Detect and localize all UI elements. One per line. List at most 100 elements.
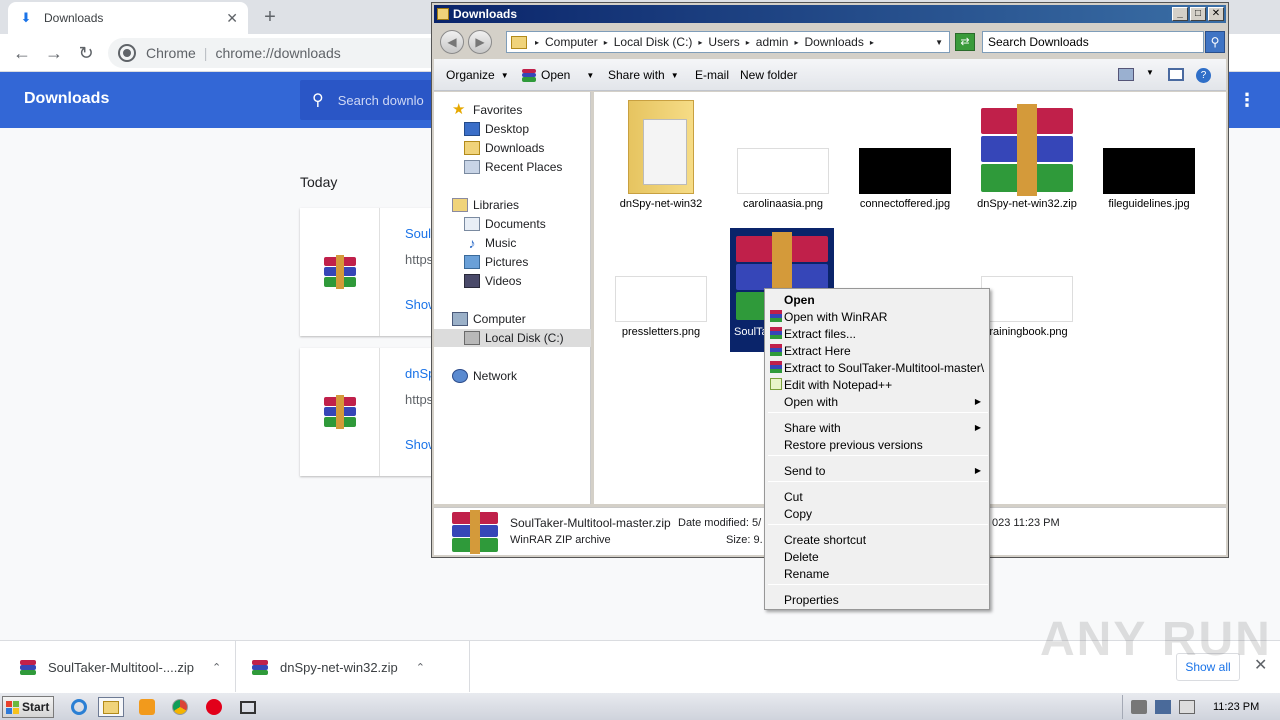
- breadcrumb-admin[interactable]: admin: [756, 35, 789, 49]
- nav-desktop[interactable]: Desktop: [464, 120, 529, 138]
- search-icon[interactable]: ⚲: [1205, 31, 1225, 53]
- breadcrumb-users[interactable]: Users: [708, 35, 739, 49]
- opera-icon[interactable]: [201, 697, 227, 717]
- volume-icon[interactable]: [1131, 700, 1147, 714]
- nav-computer[interactable]: Computer: [452, 310, 526, 328]
- explorer-forward-button[interactable]: ▶: [468, 30, 492, 54]
- winrar-icon: [770, 361, 782, 373]
- menu-item-restore-previous[interactable]: Restore previous versions: [767, 436, 987, 453]
- address-dropdown-icon[interactable]: ▼: [935, 38, 943, 47]
- new-folder-button[interactable]: New folder: [740, 68, 797, 82]
- nav-network[interactable]: Network: [452, 367, 517, 385]
- breadcrumb-separator[interactable]: ▸: [604, 38, 608, 47]
- nav-documents[interactable]: Documents: [464, 215, 546, 233]
- nav-favorites[interactable]: ★ Favorites: [452, 101, 522, 119]
- view-dropdown-icon[interactable]: ▼: [1146, 68, 1154, 77]
- email-button[interactable]: E-mail: [695, 68, 729, 82]
- nav-recent-places[interactable]: Recent Places: [464, 158, 562, 176]
- submenu-arrow-icon: ▶: [974, 423, 981, 432]
- minimize-button[interactable]: _: [1172, 7, 1188, 21]
- breadcrumb-separator[interactable]: ▸: [698, 38, 702, 47]
- breadcrumb-separator[interactable]: ▸: [794, 38, 798, 47]
- image-thumbnail-icon: [859, 148, 951, 194]
- change-view-icon[interactable]: [1118, 68, 1134, 81]
- tab-downloads[interactable]: ⬇ Downloads ✕: [8, 2, 248, 34]
- menu-item-properties[interactable]: Properties: [767, 591, 987, 608]
- close-button[interactable]: ✕: [1208, 7, 1224, 21]
- refresh-button[interactable]: ⇄: [955, 33, 975, 51]
- network-icon[interactable]: [1155, 700, 1171, 714]
- menu-item-label: Create shortcut: [784, 532, 867, 547]
- menu-item-cut[interactable]: Cut: [767, 488, 987, 505]
- download-card-filename[interactable]: Soul: [405, 226, 431, 241]
- forward-button[interactable]: →: [42, 41, 66, 65]
- menu-item-create-shortcut[interactable]: Create shortcut: [767, 531, 987, 548]
- maximize-button[interactable]: □: [1190, 7, 1206, 21]
- breadcrumb-separator[interactable]: ▸: [535, 38, 539, 47]
- open-button[interactable]: Open ▼: [522, 68, 594, 82]
- menu-item-edit-notepadpp[interactable]: Edit with Notepad++: [767, 376, 987, 393]
- explorer-back-button[interactable]: ◀: [440, 30, 464, 54]
- shelf-item-dnspy[interactable]: dnSpy-net-win32.zip ⌃: [236, 641, 470, 693]
- address-bar[interactable]: ▸ Computer ▸ Local Disk (C:) ▸ Users ▸ a…: [506, 31, 950, 53]
- taskbar-clock[interactable]: 11:23 PM: [1213, 701, 1259, 713]
- menu-item-share-with[interactable]: Share with ▶: [767, 419, 987, 436]
- file-item[interactable]: dnSpy-net-win32.zip: [972, 100, 1082, 211]
- help-icon[interactable]: ?: [1196, 68, 1211, 83]
- file-item[interactable]: carolinaasia.png: [728, 100, 838, 211]
- chrome-taskbar-icon[interactable]: [167, 697, 193, 717]
- nav-libraries[interactable]: Libraries: [452, 196, 519, 214]
- breadcrumb-downloads[interactable]: Downloads: [804, 35, 863, 49]
- menu-item-open[interactable]: Open: [767, 291, 987, 308]
- file-item[interactable]: dnSpy-net-win32: [606, 100, 716, 211]
- explorer-taskbar-icon[interactable]: [98, 697, 124, 717]
- menu-item-extract-to[interactable]: Extract to SoulTaker-Multitool-master\: [767, 359, 987, 376]
- breadcrumb-separator[interactable]: ▸: [746, 38, 750, 47]
- download-card-url[interactable]: https: [405, 252, 433, 267]
- reload-button[interactable]: ↻: [74, 41, 98, 65]
- chevron-up-icon[interactable]: ⌃: [416, 661, 425, 674]
- menu-item-open-with[interactable]: Open with ▶: [767, 393, 987, 410]
- action-center-flag-icon[interactable]: [1179, 700, 1195, 714]
- download-card-url[interactable]: https: [405, 392, 433, 407]
- breadcrumb-computer[interactable]: Computer: [545, 35, 598, 49]
- menu-item-label: Open: [784, 292, 815, 307]
- explorer-titlebar[interactable]: Downloads _ □ ✕: [434, 5, 1226, 23]
- new-tab-button[interactable]: +: [258, 4, 282, 30]
- file-item[interactable]: connectoffered.jpg: [850, 100, 960, 211]
- nav-local-disk[interactable]: Local Disk (C:): [434, 329, 591, 347]
- nav-downloads[interactable]: Downloads: [464, 139, 544, 157]
- menu-item-delete[interactable]: Delete: [767, 548, 987, 565]
- shelf-item-soultaker[interactable]: SoulTaker-Multitool-....zip ⌃: [0, 641, 236, 693]
- file-item[interactable]: pressletters.png: [606, 228, 716, 339]
- menu-item-send-to[interactable]: Send to ▶: [767, 462, 987, 479]
- menu-item-extract-files[interactable]: Extract files...: [767, 325, 987, 342]
- file-item[interactable]: fileguidelines.jpg: [1094, 100, 1204, 211]
- nav-videos[interactable]: Videos: [464, 272, 521, 290]
- anyrun-watermark: ANY RUN: [1040, 613, 1272, 666]
- start-button[interactable]: Start: [2, 696, 54, 718]
- breadcrumb-local-disk[interactable]: Local Disk (C:): [614, 35, 693, 49]
- preview-pane-icon[interactable]: [1168, 68, 1184, 81]
- menu-item-open-with-winrar[interactable]: Open with WinRAR: [767, 308, 987, 325]
- organize-button[interactable]: Organize ▼: [446, 68, 509, 82]
- back-button[interactable]: ←: [10, 41, 34, 65]
- menu-item-copy[interactable]: Copy: [767, 505, 987, 522]
- nav-label: Videos: [485, 274, 522, 288]
- show-desktop-icon[interactable]: [235, 697, 261, 717]
- share-with-button[interactable]: Share with ▼: [608, 68, 679, 82]
- file-label: connectoffered.jpg: [859, 198, 951, 210]
- menu-separator: [768, 481, 988, 482]
- breadcrumb-separator[interactable]: ▸: [870, 38, 874, 47]
- more-menu-icon[interactable]: ⋮: [1238, 90, 1256, 111]
- menu-item-rename[interactable]: Rename: [767, 565, 987, 582]
- nav-pictures[interactable]: Pictures: [464, 253, 528, 271]
- tab-close-button[interactable]: ✕: [226, 10, 238, 27]
- nav-music[interactable]: ♪ Music: [464, 234, 517, 252]
- media-player-icon[interactable]: [134, 697, 160, 717]
- chevron-up-icon[interactable]: ⌃: [212, 661, 221, 674]
- internet-explorer-icon[interactable]: [66, 697, 92, 717]
- menu-item-extract-here[interactable]: Extract Here: [767, 342, 987, 359]
- menu-item-label: Open with WinRAR: [784, 309, 888, 324]
- explorer-search-input[interactable]: Search Downloads: [982, 31, 1204, 53]
